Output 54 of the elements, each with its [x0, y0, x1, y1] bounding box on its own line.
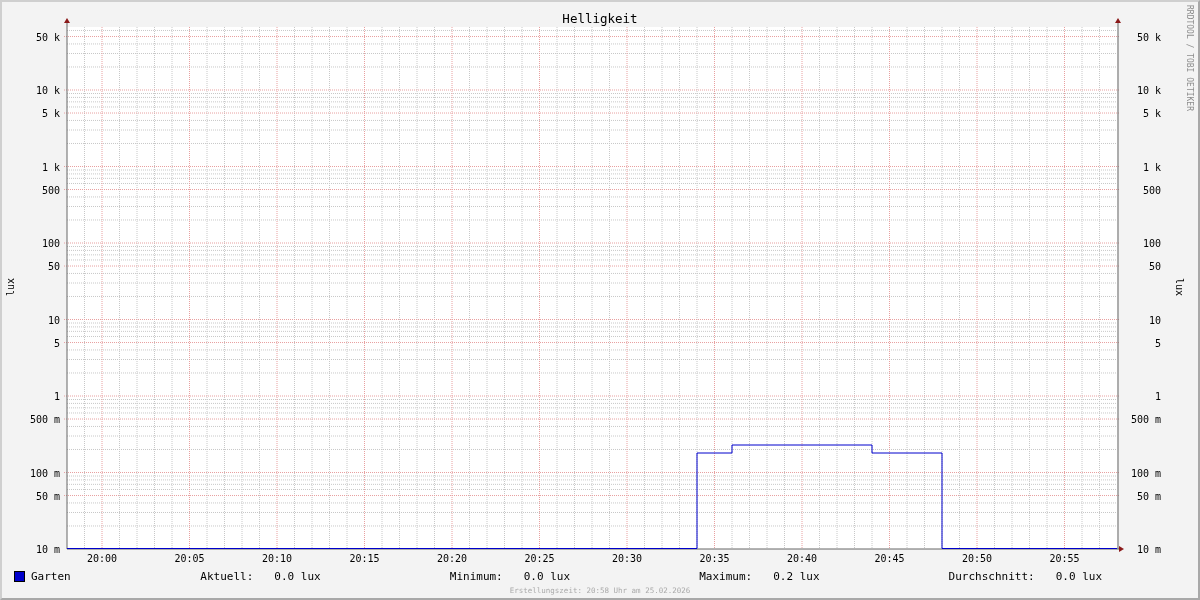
legend-swatch	[14, 570, 25, 582]
axis-tick-label: 10	[1148, 314, 1161, 326]
axis-tick-label: 1 k	[41, 161, 60, 173]
axis-tick-label: 500 m	[29, 414, 60, 426]
stat-value: 0.2 lux	[773, 569, 820, 583]
axis-tick-label: 1	[1154, 391, 1161, 402]
axis-tick-label: 10 k	[1136, 85, 1161, 96]
axis-tick-label: 20:00	[86, 553, 118, 564]
axis-tick-label: 20:05	[174, 553, 205, 564]
axis-tick-label: 20:30	[611, 553, 643, 564]
axis-tick-label: 500 m	[1130, 414, 1161, 426]
axis-tick-label: 5 k	[41, 108, 60, 120]
axis-tick-label: 50 k	[1136, 31, 1161, 43]
stat-label: Durchschnitt:	[948, 569, 1035, 583]
axis-tick-label: 500	[41, 184, 60, 196]
axis-tick-label: 10 m	[1136, 544, 1161, 555]
axis-tick-label: 50 m	[35, 490, 60, 502]
axis-title: lux	[5, 277, 16, 297]
axis-tick-label: 20:25	[524, 553, 555, 564]
axis-tick-label: 20:55	[1049, 553, 1080, 564]
axis-tick-label: 50	[1148, 261, 1161, 273]
axis-tick-label: 20:15	[349, 553, 380, 564]
axis-tick-label: 5 k	[1142, 108, 1161, 120]
axis-tick-label: 50 k	[35, 31, 60, 43]
axis-tick-label: 10 m	[35, 544, 60, 555]
axis-tick-label: 20:10	[261, 553, 293, 564]
axis-tick-label: 10 k	[35, 85, 60, 96]
legend-label: Garten	[31, 569, 71, 583]
axis-tick-label: 100 m	[29, 467, 60, 479]
axis-tick-label: 1 k	[1142, 161, 1161, 173]
axis-tick-label: 100	[41, 238, 60, 249]
axis-tick-label: 20:40	[786, 553, 818, 564]
axis-tick-label: 500	[1142, 184, 1161, 196]
stat-value: 0.0 lux	[274, 569, 321, 583]
axis-tick-label: 20:45	[874, 553, 905, 564]
axis-tick-label: 50 m	[1136, 490, 1161, 502]
axis-tick-label: 20:35	[699, 553, 730, 564]
axis-tick-label: 10	[47, 314, 60, 326]
axis-tick-label: 100 m	[1130, 467, 1161, 479]
axis-tick-label: 100	[1142, 238, 1161, 249]
axis-title: lux	[1174, 277, 1185, 297]
watermark-text: RRDTOOL / TOBI OETIKER	[1185, 5, 1194, 111]
axis-tick-label: 50	[47, 261, 60, 273]
stat-value: 0.0 lux	[1055, 569, 1103, 583]
axis-tick-label: 5	[53, 337, 60, 349]
chart-title: Helligkeit	[562, 11, 638, 26]
stat-label: Maximum:	[699, 569, 753, 583]
stat-label: Aktuell:	[200, 569, 254, 583]
stat-value: 0.0 lux	[523, 569, 571, 583]
axis-tick-label: 1	[53, 391, 60, 402]
axis-tick-label: 20:50	[961, 553, 993, 564]
stat-label: Minimum:	[449, 569, 503, 583]
axis-tick-label: 20:20	[436, 553, 468, 564]
axis-tick-label: 5	[1154, 337, 1161, 349]
